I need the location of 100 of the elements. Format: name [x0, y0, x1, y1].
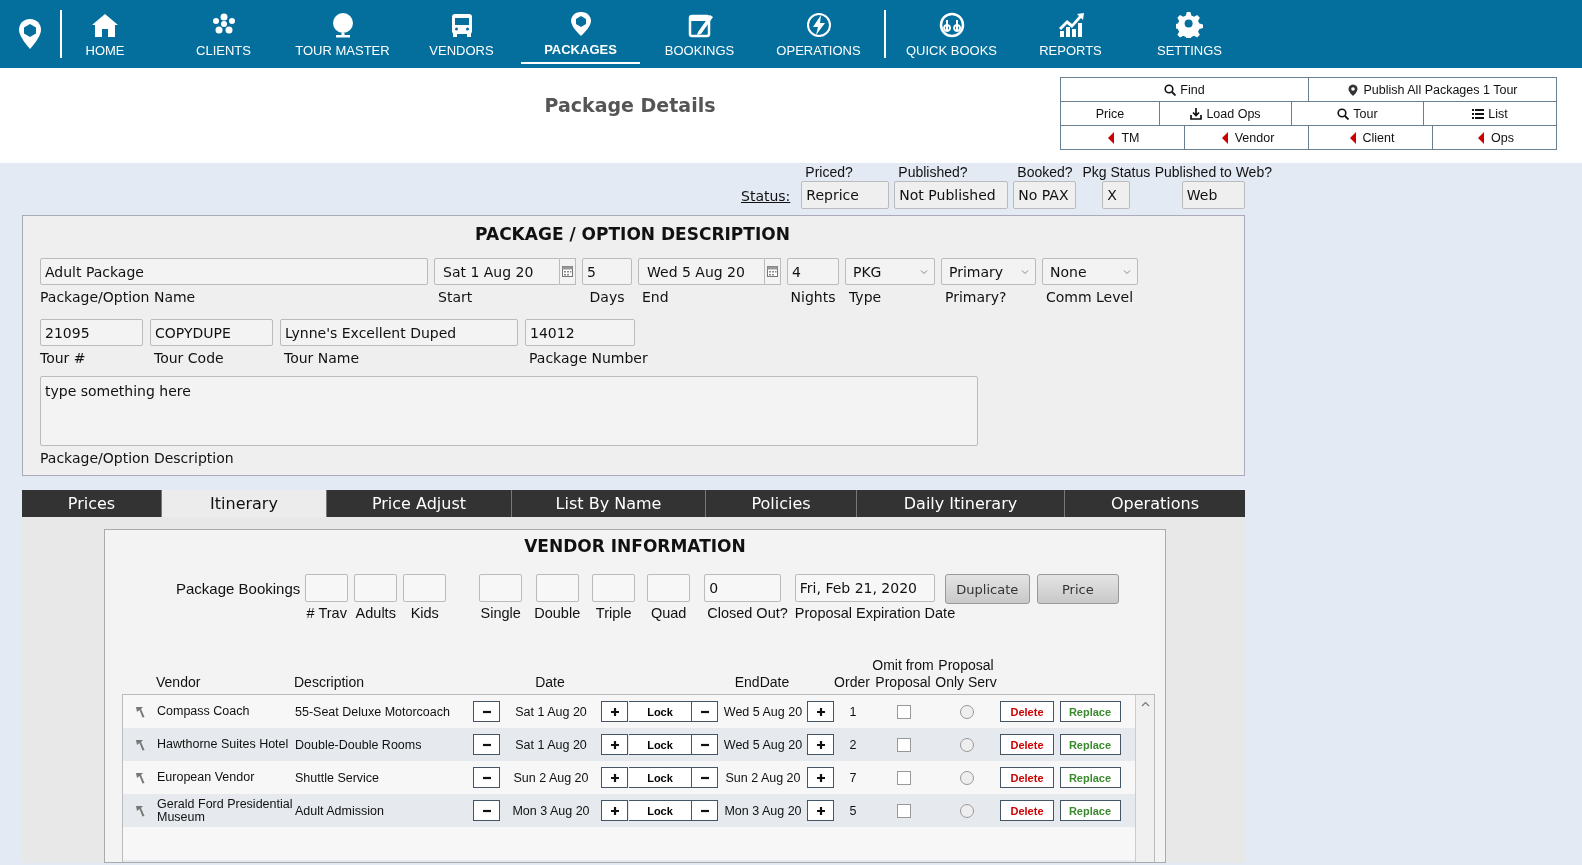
scrollbar[interactable]: [1135, 695, 1154, 862]
status-field[interactable]: Not Published: [894, 181, 1009, 209]
text-field[interactable]: Fri, Feb 21, 2020: [794, 574, 935, 602]
lock-button[interactable]: Lock: [629, 800, 691, 821]
nav-item[interactable]: TOUR MASTER: [283, 0, 402, 68]
lock-button[interactable]: Lock: [629, 701, 691, 722]
nav-item[interactable]: SETTINGS: [1130, 0, 1249, 68]
text-field[interactable]: [479, 574, 523, 602]
dropdown[interactable]: Primary: [941, 258, 1036, 285]
radio-button[interactable]: [960, 803, 974, 818]
increase-button[interactable]: [601, 701, 628, 722]
nav-item[interactable]: REPORTS: [1011, 0, 1130, 68]
checkbox[interactable]: [897, 803, 911, 818]
dropdown[interactable]: PKG: [845, 258, 935, 285]
calendar-button[interactable]: [560, 258, 576, 285]
status-field[interactable]: No PAX: [1013, 181, 1077, 209]
text-field[interactable]: 4: [787, 258, 839, 285]
decrease-button[interactable]: [473, 734, 500, 755]
radio-button[interactable]: [960, 737, 974, 752]
replace-button[interactable]: Replace: [1059, 800, 1121, 821]
nav-item[interactable]: VENDORS: [402, 0, 521, 68]
column-header: Vendor: [156, 674, 202, 691]
checkbox[interactable]: [897, 704, 911, 719]
radio-button[interactable]: [960, 770, 974, 785]
status-field[interactable]: Reprice: [801, 181, 890, 209]
status-field[interactable]: X: [1102, 181, 1131, 209]
table-cell-text: Gerald Ford Presidential Museum: [157, 797, 294, 824]
increase-button[interactable]: [807, 800, 834, 821]
lock-button[interactable]: Lock: [629, 734, 691, 755]
nav-item[interactable]: QUICK BOOKS: [892, 0, 1011, 68]
map-pin-logo-icon: [18, 18, 42, 50]
nav-item[interactable]: BOOKINGS: [640, 0, 759, 68]
decrease-button[interactable]: [691, 734, 718, 755]
tab[interactable]: Itinerary: [162, 490, 327, 517]
text-field[interactable]: 5: [582, 258, 632, 285]
table-cell-text: Sun 2 Aug 20: [512, 770, 590, 785]
decrease-button[interactable]: [691, 701, 718, 722]
text-field[interactable]: Lynne's Excellent Duped: [280, 319, 518, 346]
delete-button[interactable]: Delete: [1000, 800, 1054, 821]
field-label: Closed Out?: [707, 605, 788, 621]
checkbox[interactable]: [897, 770, 911, 785]
decrease-button[interactable]: [473, 767, 500, 788]
button[interactable]: Duplicate: [944, 574, 1030, 604]
delete-button[interactable]: Delete: [1000, 767, 1054, 788]
text-field[interactable]: [535, 574, 579, 602]
status-field[interactable]: Web: [1181, 181, 1245, 209]
section-title: VENDOR INFORMATION: [523, 536, 747, 558]
increase-button[interactable]: [601, 734, 628, 755]
decrease-button[interactable]: [473, 800, 500, 821]
plus-icon: [815, 772, 826, 783]
plus-icon: [609, 706, 620, 717]
table-cell-text: Sun 2 Aug 20: [724, 770, 802, 785]
replace-button[interactable]: Replace: [1059, 767, 1121, 788]
field-label: Quad: [650, 605, 687, 621]
field-label: Published?: [897, 164, 968, 180]
increase-button[interactable]: [601, 767, 628, 788]
nav-item[interactable]: HOME: [62, 0, 164, 68]
radio-button[interactable]: [960, 704, 974, 719]
button[interactable]: Price: [1036, 574, 1119, 604]
description-field[interactable]: type something here: [40, 376, 978, 446]
increase-button[interactable]: [601, 800, 628, 821]
field-label: Tour Name: [283, 350, 360, 366]
plus-icon: [815, 739, 826, 750]
increase-button[interactable]: [807, 734, 834, 755]
text-field[interactable]: Adult Package: [40, 258, 428, 285]
decrease-button[interactable]: [473, 701, 500, 722]
increase-button[interactable]: [807, 767, 834, 788]
increase-button[interactable]: [807, 701, 834, 722]
dropdown[interactable]: None: [1042, 258, 1138, 285]
text-field[interactable]: 0: [704, 574, 782, 602]
download-icon: [1190, 107, 1203, 120]
date-field[interactable]: Sat 1 Aug 20: [434, 258, 560, 285]
field-label: Kids: [410, 605, 439, 621]
nav-item[interactable]: CLIENTS: [164, 0, 283, 68]
table-cell-text: 5: [848, 803, 858, 818]
text-field[interactable]: 21095: [40, 319, 143, 346]
field-label: Double: [534, 605, 581, 621]
table-cell-text: Wed 5 Aug 20: [722, 704, 804, 719]
calendar-button[interactable]: [765, 258, 781, 285]
delete-button[interactable]: Delete: [1000, 734, 1054, 755]
field-label: Pkg Status: [1082, 164, 1151, 180]
lock-button[interactable]: Lock: [629, 767, 691, 788]
text-field[interactable]: [647, 574, 691, 602]
text-field[interactable]: [354, 574, 398, 602]
date-field[interactable]: Wed 5 Aug 20: [638, 258, 765, 285]
decrease-button[interactable]: [691, 800, 718, 821]
text-field[interactable]: [592, 574, 636, 602]
nav-item[interactable]: OPERATIONS: [759, 0, 878, 68]
text-field[interactable]: [305, 574, 349, 602]
decrease-button[interactable]: [691, 767, 718, 788]
replace-button[interactable]: Replace: [1059, 701, 1121, 722]
checkbox[interactable]: [897, 737, 911, 752]
replace-button[interactable]: Replace: [1059, 734, 1121, 755]
delete-button[interactable]: Delete: [1000, 701, 1054, 722]
text-field[interactable]: 14012: [525, 319, 635, 346]
field-label: Single: [480, 605, 521, 621]
lightning-icon: [804, 12, 833, 38]
text-field[interactable]: COPYDUPE: [150, 319, 273, 346]
text-field[interactable]: [403, 574, 447, 602]
nav-item[interactable]: PACKAGES: [521, 0, 640, 64]
